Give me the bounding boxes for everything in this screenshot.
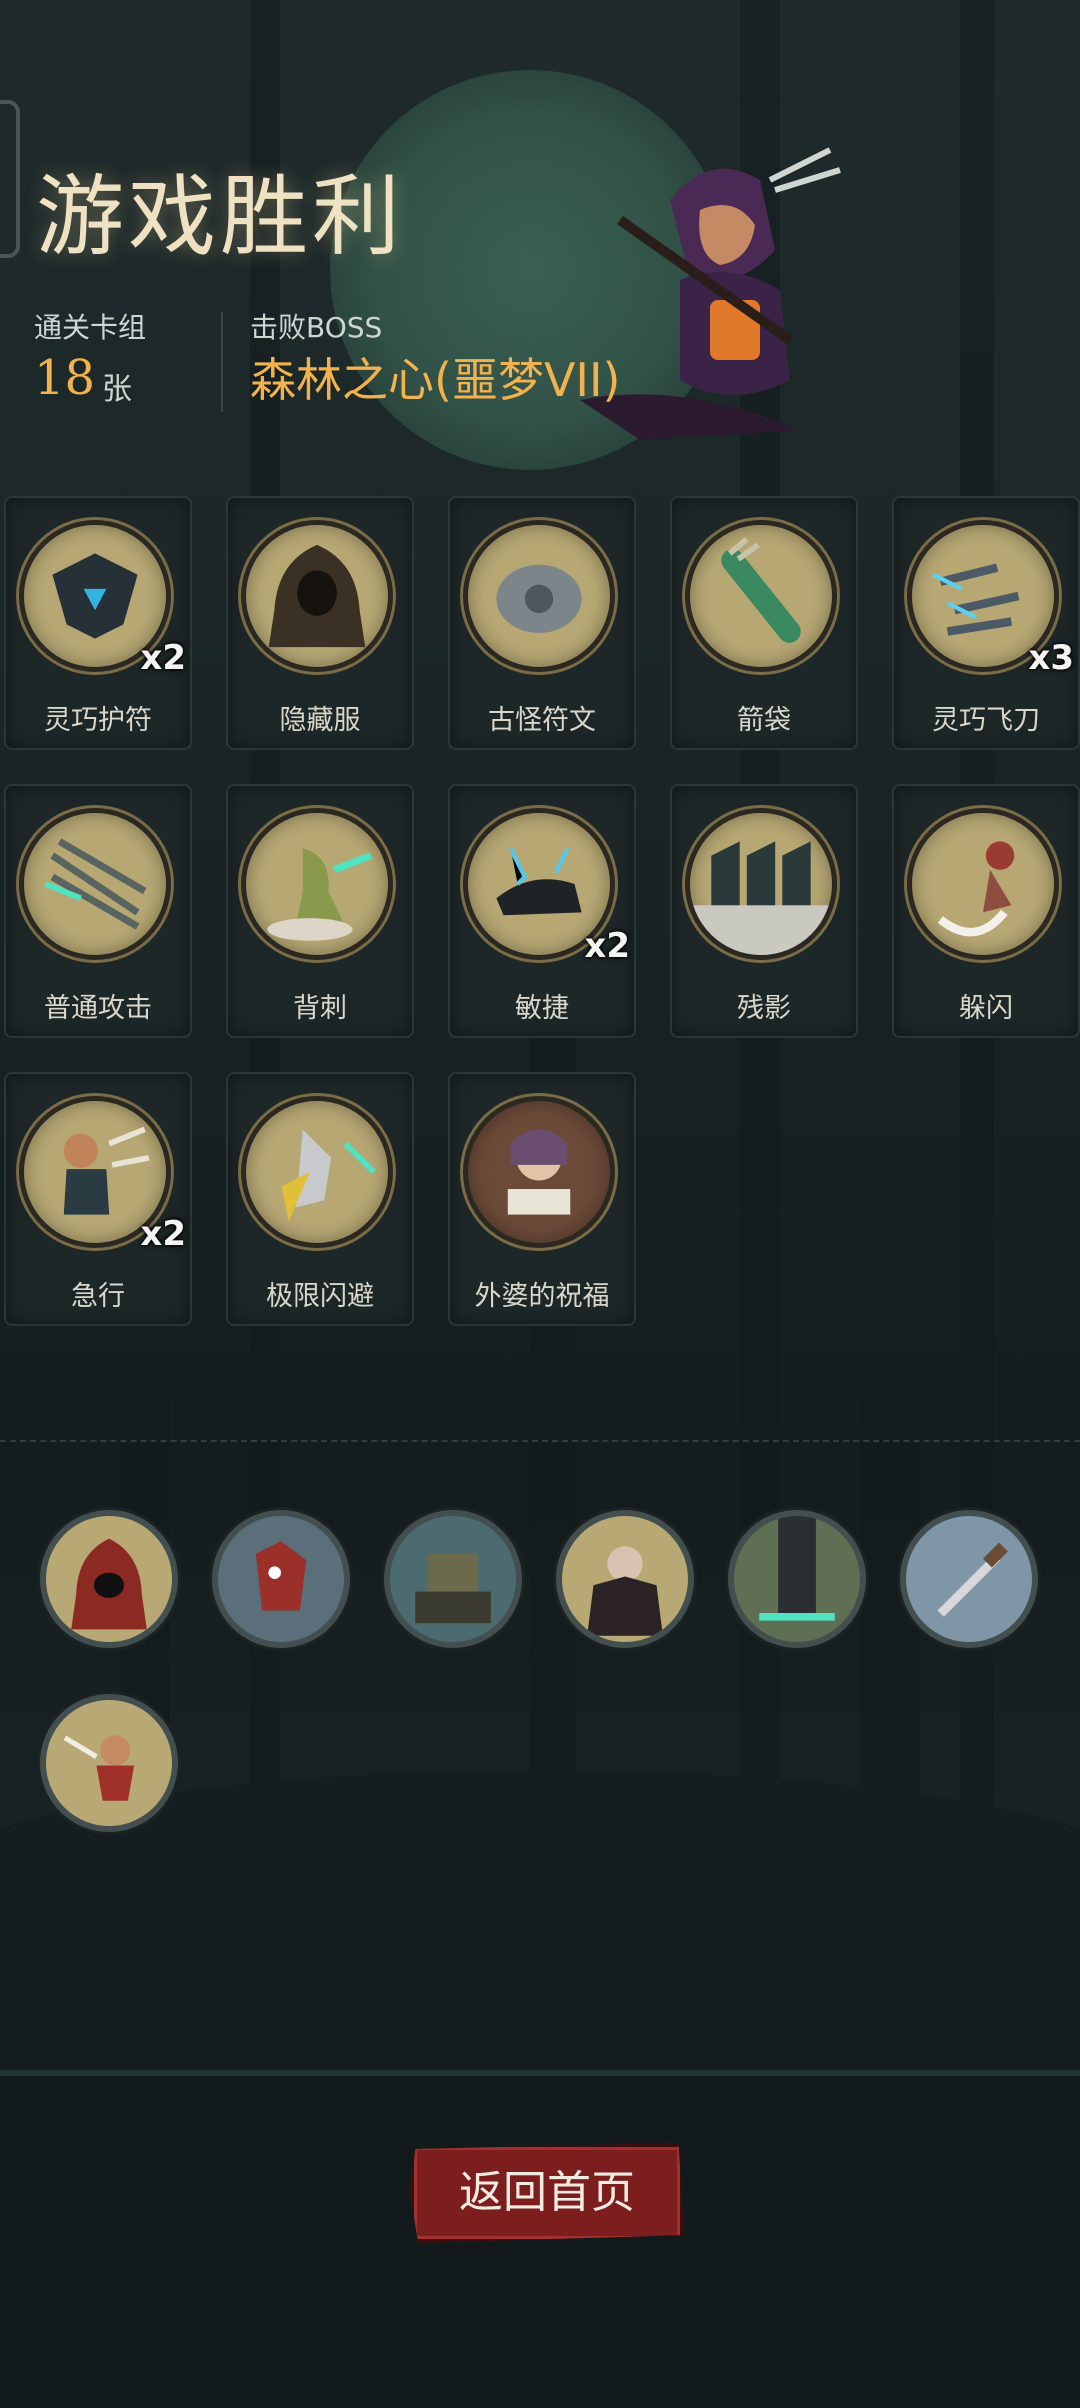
dodge-icon	[907, 808, 1059, 960]
deck-count: 18	[34, 350, 96, 406]
card-multiplier: x3	[1028, 638, 1074, 678]
deck-card[interactable]: 躲闪	[892, 784, 1080, 1038]
deck-card[interactable]: 古怪符文	[448, 496, 636, 750]
hero-archer-illustration	[580, 147, 841, 440]
dark-pillar-icon[interactable]	[728, 1510, 866, 1648]
deck-card[interactable]: 敏捷 x2	[448, 784, 636, 1038]
deck-card[interactable]: 急行 x2	[4, 1072, 192, 1326]
deck-unit: 张	[102, 372, 132, 407]
deck-card[interactable]: 箭袋	[670, 496, 858, 750]
deck-card[interactable]: 灵巧飞刀 x3	[892, 496, 1080, 750]
deck-card[interactable]: 灵巧护符 x2	[4, 496, 192, 750]
hooded-mage-icon[interactable]	[40, 1510, 178, 1648]
card-label: 残影	[737, 993, 791, 1024]
deck-card[interactable]: 隐藏服	[226, 496, 414, 750]
card-label: 灵巧护符	[44, 705, 152, 736]
card-label: 箭袋	[737, 705, 791, 736]
card-label: 隐藏服	[279, 705, 361, 736]
extreme-dodge-icon	[241, 1096, 393, 1248]
card-multiplier: x2	[140, 638, 186, 678]
backstab-icon	[241, 808, 393, 960]
boss-label: 击败BOSS	[250, 311, 383, 344]
deck-card[interactable]: 普通攻击	[4, 784, 192, 1038]
card-label: 极限闪避	[266, 1281, 374, 1312]
deck-label: 通关卡组	[34, 311, 147, 344]
stat-divider	[221, 312, 223, 412]
card-multiplier: x2	[140, 1214, 186, 1254]
vampire-icon[interactable]	[556, 1510, 694, 1648]
deck-card[interactable]: 外婆的祝福	[448, 1072, 636, 1326]
deck-card[interactable]: 极限闪避	[226, 1072, 414, 1326]
red-beast-icon[interactable]	[212, 1510, 350, 1648]
afterimage-icon	[685, 808, 837, 960]
card-label: 急行	[71, 1281, 125, 1312]
card-multiplier: x2	[584, 926, 630, 966]
card-label: 躲闪	[959, 993, 1013, 1024]
card-label: 敏捷	[515, 993, 569, 1024]
hill	[0, 1770, 1080, 2100]
hooded-cloak-icon	[241, 520, 393, 672]
deck-card[interactable]: 背刺	[226, 784, 414, 1038]
grandma-blessing-icon	[463, 1096, 615, 1248]
quiver-icon	[685, 520, 837, 672]
arrows-attack-icon	[19, 808, 171, 960]
side-tab-handle[interactable]	[0, 100, 20, 258]
card-label: 普通攻击	[44, 993, 152, 1024]
treasure-golem-icon[interactable]	[384, 1510, 522, 1648]
falling-hero-icon[interactable]	[40, 1694, 178, 1832]
deck-card[interactable]: 残影	[670, 784, 858, 1038]
rune-stone-icon	[463, 520, 615, 672]
page-title: 游戏胜利	[36, 165, 405, 268]
section-divider	[0, 1440, 1080, 1442]
card-label: 古怪符文	[488, 705, 596, 736]
card-label: 灵巧飞刀	[932, 705, 1040, 736]
home-button[interactable]: 返回首页	[410, 2143, 684, 2243]
boss-name: 森林之心(噩梦VII)	[250, 353, 621, 407]
dagger-icon[interactable]	[900, 1510, 1038, 1648]
card-label: 外婆的祝福	[474, 1281, 610, 1312]
ground	[0, 2076, 1080, 2408]
card-label: 背刺	[293, 993, 347, 1024]
